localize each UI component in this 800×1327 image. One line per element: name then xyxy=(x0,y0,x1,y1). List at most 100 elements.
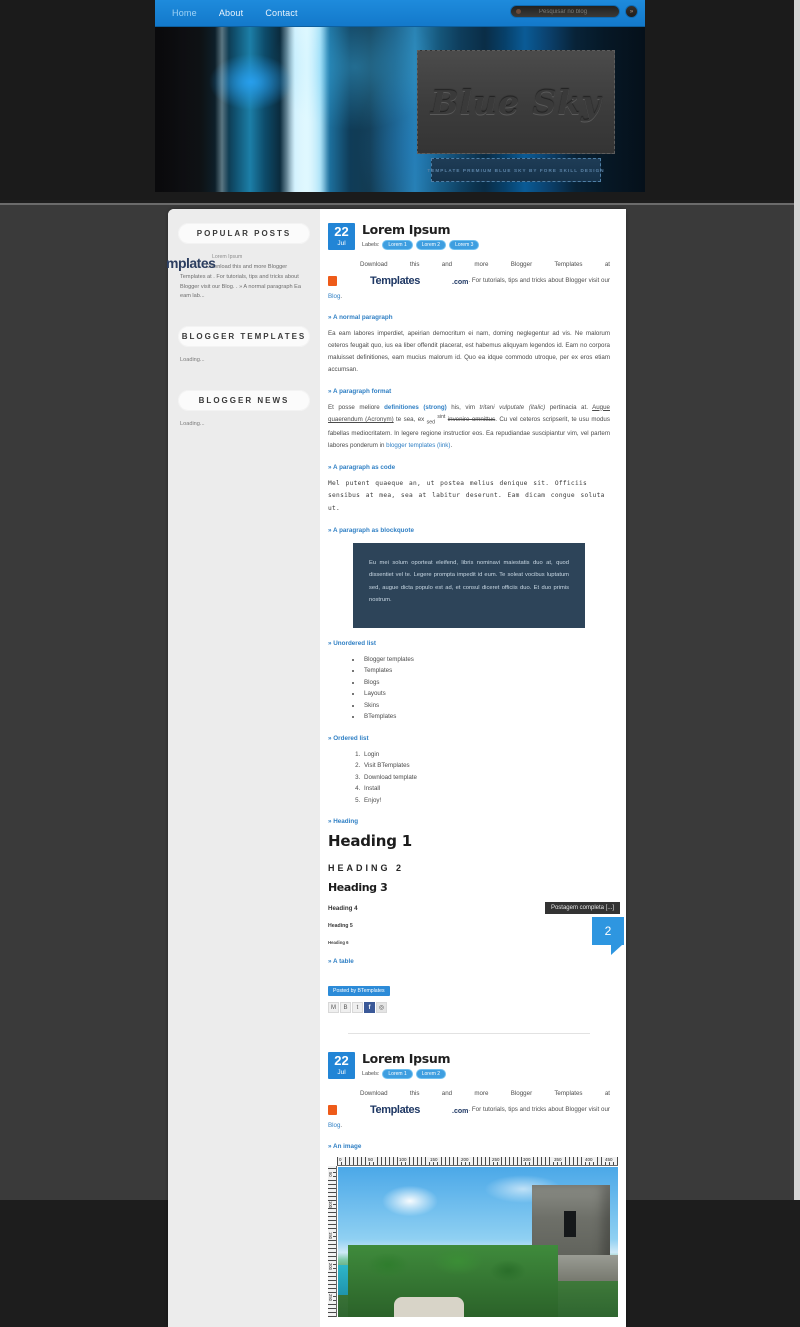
post-title-block: Lorem Ipsum Labels: Lorem 1 Lorem 2 Lore… xyxy=(362,223,480,251)
intro-text-before: Download this and more Blogger Templates… xyxy=(360,261,610,269)
intro-text-after: . For tutorials, tips and tricks about B… xyxy=(468,276,610,284)
ruler-vertical: 50 100 150 200 250 xyxy=(328,1166,337,1318)
popular-post-item[interactable]: mplates Lorem Ipsum Download this and mo… xyxy=(166,253,308,302)
label-chip[interactable]: Lorem 3 xyxy=(449,240,480,251)
banner-left-fade xyxy=(155,27,215,192)
btemplates-b-icon: B xyxy=(328,275,367,286)
fmt-link[interactable]: blogger templates (link) xyxy=(386,442,450,449)
post-date-month: Jul xyxy=(337,1068,346,1076)
post-date-month: Jul xyxy=(337,239,346,247)
site-logo-text: Blue Sky xyxy=(430,82,602,122)
post-date-badge: 22 Jul xyxy=(328,223,355,250)
nav-item-home[interactable]: Home xyxy=(161,2,208,24)
loading-text-templates: Loading... xyxy=(180,357,205,364)
search-submit-button[interactable]: » xyxy=(625,5,638,18)
label-chip[interactable]: Lorem 1 xyxy=(382,1069,413,1080)
widget-title-popular-posts: POPULAR POSTS xyxy=(178,223,310,244)
image-rock-foreground xyxy=(394,1297,464,1318)
ruler-tick: 150 xyxy=(429,1157,439,1163)
twitter-icon[interactable]: t xyxy=(352,1002,363,1014)
post-intro: Download this and more Blogger Templates… xyxy=(328,1088,610,1131)
scrollbar-track[interactable] xyxy=(794,0,800,1200)
intro-text-before: Download this and more Blogger Templates… xyxy=(360,1090,610,1098)
ruler-tick: 400 xyxy=(584,1157,594,1163)
fmt-subscript: sed xyxy=(426,419,435,426)
label-chip[interactable]: Lorem 2 xyxy=(415,240,447,251)
content-shell: POPULAR POSTS mplates Lorem Ipsum Downlo… xyxy=(166,209,626,1327)
blogger-icon[interactable]: B xyxy=(340,1002,351,1014)
heading-5: Heading 5 xyxy=(328,923,353,930)
ruler-tick: 100 xyxy=(328,1201,333,1209)
btemplates-logo[interactable]: B Templates .com xyxy=(328,271,468,291)
section-heading-heading: » Heading xyxy=(328,818,359,826)
intro-text-end: . xyxy=(340,1121,343,1129)
ruler-tick: 150 xyxy=(328,1232,333,1240)
widget-title-blogger-templates: BLOGGER TEMPLATES xyxy=(178,326,310,348)
facebook-icon[interactable]: f xyxy=(364,1002,375,1014)
mail-icon[interactable]: M xyxy=(328,1002,339,1014)
ruler-tick: 250 xyxy=(328,1294,333,1302)
post-labels: Labels: Lorem 1 Lorem 2 xyxy=(362,1069,450,1080)
post-title[interactable]: Lorem Ipsum xyxy=(362,1052,451,1065)
ruler-tick: 350 xyxy=(553,1157,563,1163)
comment-count-bubble[interactable]: 2 xyxy=(592,917,624,955)
widget-popular-posts: POPULAR POSTS mplates Lorem Ipsum Downlo… xyxy=(166,223,310,302)
site-tagline-box: TEMPLATE PREMIUM BLUE SKY BY FORE SKILL … xyxy=(427,158,604,182)
top-navigation-bar: Home About Contact Pesquisar no blog » xyxy=(155,0,645,27)
pinterest-icon[interactable]: ◎ xyxy=(376,1002,387,1014)
blog-post: 22 Jul Lorem Ipsum Labels: Lorem 1 Lorem… xyxy=(328,1052,618,1318)
post-date-day: 22 xyxy=(334,1053,349,1069)
post-header: 22 Jul Lorem Ipsum Labels: Lorem 1 Lorem… xyxy=(328,1052,610,1080)
list-item: Skins xyxy=(362,700,610,711)
label-chip[interactable]: Lorem 2 xyxy=(415,1069,447,1080)
nav-item-contact[interactable]: Contact xyxy=(254,2,308,24)
section-heading-an-image: » An image xyxy=(328,1143,362,1151)
ruler-tick: 450 xyxy=(604,1157,614,1163)
post-date-badge: 22 Jul xyxy=(328,1052,355,1079)
banner-light-streak xyxy=(287,27,327,192)
ruler-horizontal: 0 50 100 150 200 250 300 350 400 450 xyxy=(337,1157,618,1167)
intro-text-end: . xyxy=(340,292,343,300)
post-title-block: Lorem Ipsum Labels: Lorem 1 Lorem 2 xyxy=(362,1052,451,1080)
widget-title-blogger-news: BLOGGER NEWS xyxy=(178,390,310,411)
ruler-tick: 50 xyxy=(367,1157,375,1163)
list-item: Download template xyxy=(362,772,610,783)
site-logo[interactable]: Blue Sky xyxy=(417,50,615,154)
intro-blog-link[interactable]: Blog xyxy=(328,293,340,300)
blog-post: 22 Jul Lorem Ipsum Labels: Lorem 1 Lorem… xyxy=(328,223,624,1035)
post-title[interactable]: Lorem Ipsum xyxy=(362,223,479,236)
ruler-tick: 50 xyxy=(328,1172,333,1178)
search-icon xyxy=(516,9,521,14)
widget-blogger-news: BLOGGER NEWS Loading... xyxy=(178,390,310,430)
site-wrapper: Home About Contact Pesquisar no blog » B… xyxy=(155,0,645,1327)
search-area: Pesquisar no blog » xyxy=(510,5,638,18)
labels-word: Labels: xyxy=(362,242,380,249)
popular-post-thumb: mplates xyxy=(166,255,216,271)
intro-blog-link[interactable]: Blog xyxy=(328,1122,340,1129)
post-date-day: 22 xyxy=(334,224,349,239)
loading-text-news: Loading... xyxy=(180,421,205,427)
ruler-tick: 300 xyxy=(522,1157,532,1163)
post-header: 22 Jul Lorem Ipsum Labels: Lorem 1 Lorem… xyxy=(328,223,610,251)
fmt-part-1: Et posse meliore xyxy=(328,403,385,411)
site-tagline-text: TEMPLATE PREMIUM BLUE SKY BY FORE SKILL … xyxy=(427,167,605,173)
post-image-mayan-ruins xyxy=(338,1167,618,1318)
btemplates-word: Templates xyxy=(370,1103,420,1116)
fmt-part-2: his, vim xyxy=(446,403,480,411)
search-input[interactable]: Pesquisar no blog xyxy=(510,5,620,18)
label-chip[interactable]: Lorem 1 xyxy=(382,240,413,251)
popular-post-title[interactable]: Lorem Ipsum xyxy=(212,253,308,262)
post-separator xyxy=(348,1033,590,1035)
page-root: Home About Contact Pesquisar no blog » B… xyxy=(0,0,800,1327)
btemplates-com: .com xyxy=(452,278,469,286)
fmt-superscript: sint xyxy=(437,414,446,421)
post-labels: Labels: Lorem 1 Lorem 2 Lorem 3 xyxy=(362,240,480,251)
section-heading-normal-paragraph: » A normal paragraph xyxy=(328,314,393,322)
btemplates-b-icon: B xyxy=(328,1104,367,1115)
labels-word: Labels: xyxy=(362,1071,380,1078)
intro-text-after: . For tutorials, tips and tricks about B… xyxy=(468,1105,610,1113)
btemplates-logo[interactable]: B Templates .com xyxy=(328,1100,468,1120)
tooltip-read-more: Postagem completa [...] xyxy=(544,902,620,914)
sidebar: POPULAR POSTS mplates Lorem Ipsum Downlo… xyxy=(166,209,320,1327)
nav-item-about[interactable]: About xyxy=(208,2,255,24)
